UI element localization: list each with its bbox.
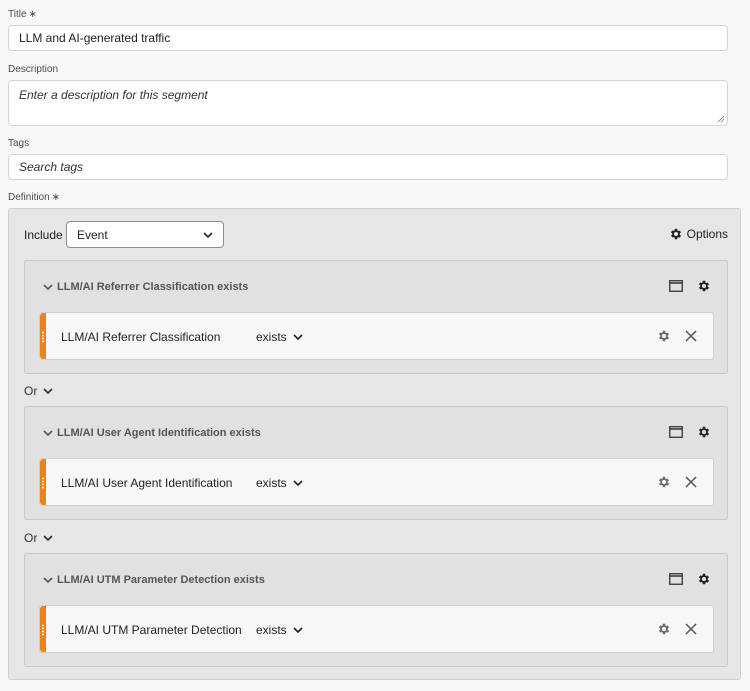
container-box: LLM/AI User Agent Identification exists … bbox=[24, 406, 728, 520]
container-header[interactable]: LLM/AI Referrer Classification exists bbox=[43, 281, 248, 293]
description-label: Description bbox=[8, 64, 59, 75]
chevron-down-icon bbox=[43, 388, 53, 394]
tags-input[interactable]: Search tags bbox=[8, 154, 728, 180]
chevron-down-icon[interactable] bbox=[43, 577, 53, 583]
chevron-down-icon bbox=[43, 535, 53, 541]
gear-icon[interactable] bbox=[657, 475, 671, 489]
rule-actions bbox=[657, 622, 697, 636]
gear-icon bbox=[670, 228, 681, 240]
chevron-down-icon bbox=[293, 480, 303, 486]
or-operator-select[interactable]: Or bbox=[24, 384, 53, 398]
include-label: Include bbox=[24, 228, 63, 242]
definition-label: Definition ∗ bbox=[8, 192, 60, 203]
container-title: LLM/AI User Agent Identification exists bbox=[57, 427, 261, 439]
rule-operator: exists bbox=[256, 623, 287, 637]
container-actions bbox=[669, 279, 711, 293]
title-input[interactable]: LLM and AI-generated traffic bbox=[8, 25, 728, 51]
scope-select-value: Event bbox=[77, 227, 108, 242]
or-label: Or bbox=[24, 384, 38, 398]
window-icon[interactable] bbox=[669, 573, 683, 585]
gear-icon[interactable] bbox=[697, 572, 711, 586]
rule-dimension[interactable]: LLM/AI User Agent Identification bbox=[61, 476, 232, 490]
definition-builder: Include Event Options LLM/AI Referrer Cl… bbox=[8, 208, 741, 680]
container-actions bbox=[669, 425, 711, 439]
scope-select[interactable]: Event bbox=[66, 221, 224, 248]
options-button[interactable]: Options bbox=[669, 227, 728, 241]
required-mark: ∗ bbox=[51, 192, 61, 203]
or-operator-select[interactable]: Or bbox=[24, 531, 53, 545]
rule-actions bbox=[657, 475, 697, 489]
tags-label: Tags bbox=[8, 138, 30, 149]
drag-handle-icon[interactable] bbox=[40, 313, 46, 359]
close-icon[interactable] bbox=[685, 623, 697, 635]
rule-row: LLM/AI UTM Parameter Detection exists bbox=[39, 605, 714, 653]
close-icon[interactable] bbox=[685, 476, 697, 488]
chevron-down-icon bbox=[293, 334, 303, 340]
rule-operator: exists bbox=[256, 476, 287, 490]
rule-operator: exists bbox=[256, 330, 287, 344]
gear-icon[interactable] bbox=[697, 425, 711, 439]
drag-handle-icon[interactable] bbox=[40, 606, 46, 652]
rule-dimension[interactable]: LLM/AI UTM Parameter Detection bbox=[61, 623, 242, 637]
container-box: LLM/AI Referrer Classification exists LL… bbox=[24, 260, 728, 374]
container-header[interactable]: LLM/AI User Agent Identification exists bbox=[43, 427, 261, 439]
container-box: LLM/AI UTM Parameter Detection exists LL… bbox=[24, 553, 728, 667]
drag-handle-icon[interactable] bbox=[40, 459, 46, 505]
container-actions bbox=[669, 572, 711, 586]
or-label: Or bbox=[24, 531, 38, 545]
gear-icon[interactable] bbox=[697, 279, 711, 293]
rule-operator-select[interactable]: exists bbox=[256, 476, 303, 490]
title-label: Title ∗ bbox=[8, 9, 37, 20]
options-label: Options bbox=[686, 227, 728, 241]
close-icon[interactable] bbox=[685, 330, 697, 342]
required-mark: ∗ bbox=[28, 9, 37, 20]
title-label-text: Title bbox=[8, 9, 27, 20]
gear-icon[interactable] bbox=[657, 622, 671, 636]
gear-icon[interactable] bbox=[657, 329, 671, 343]
description-textarea[interactable]: Enter a description for this segment bbox=[8, 80, 728, 126]
resize-grip-icon[interactable] bbox=[717, 115, 725, 123]
window-icon[interactable] bbox=[669, 280, 683, 292]
chevron-down-icon[interactable] bbox=[43, 430, 53, 436]
rule-operator-select[interactable]: exists bbox=[256, 623, 303, 637]
chevron-down-icon bbox=[293, 627, 303, 633]
chevron-down-icon[interactable] bbox=[43, 284, 53, 290]
definition-label-text: Definition bbox=[8, 192, 50, 203]
window-icon[interactable] bbox=[669, 426, 683, 438]
container-header[interactable]: LLM/AI UTM Parameter Detection exists bbox=[43, 574, 265, 586]
description-placeholder: Enter a description for this segment bbox=[19, 88, 208, 102]
rule-operator-select[interactable]: exists bbox=[256, 330, 303, 344]
container-title: LLM/AI Referrer Classification exists bbox=[57, 281, 249, 293]
rule-actions bbox=[657, 329, 697, 343]
rule-row: LLM/AI Referrer Classification exists bbox=[39, 312, 714, 360]
rule-row: LLM/AI User Agent Identification exists bbox=[39, 458, 714, 506]
chevron-down-icon bbox=[203, 231, 213, 238]
rule-dimension[interactable]: LLM/AI Referrer Classification bbox=[61, 330, 220, 344]
container-title: LLM/AI UTM Parameter Detection exists bbox=[57, 574, 265, 586]
